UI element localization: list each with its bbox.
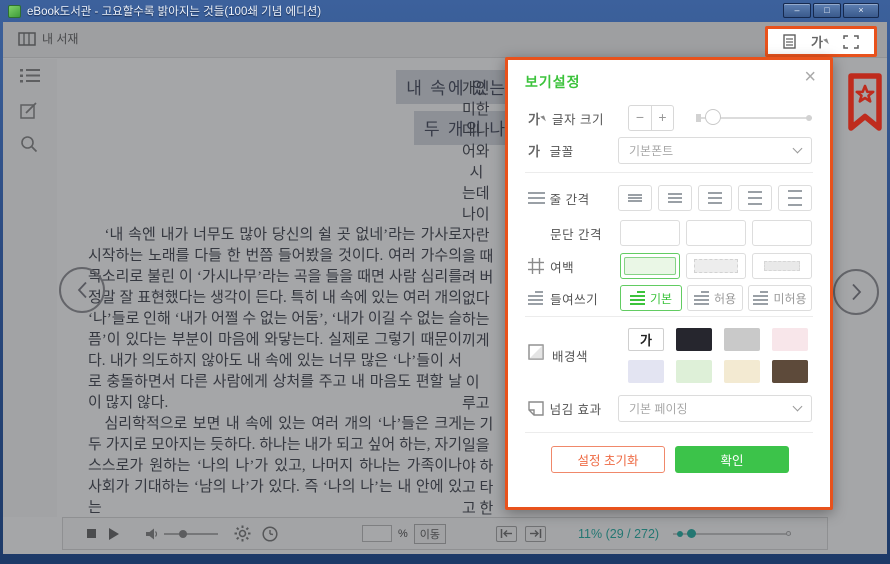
bg-color-swatch[interactable]: 가	[628, 328, 664, 351]
paragraph-spacing-label: 문단 간격	[550, 224, 620, 243]
fullscreen-icon[interactable]	[843, 35, 859, 49]
view-tools-highlight-box: 가	[765, 26, 877, 57]
font-settings-icon[interactable]: 가	[811, 32, 828, 51]
font-family-value: 기본폰트	[629, 142, 673, 159]
margin-icon	[528, 258, 544, 274]
paragraph-spacing-row: 문단 간격	[528, 219, 812, 247]
font-size-increase-button[interactable]: +	[651, 106, 673, 130]
bg-color-swatches: 가	[628, 328, 808, 383]
bookmark-ribbon-icon[interactable]	[845, 72, 885, 136]
line-spacing-label: 줄 간격	[550, 189, 618, 208]
close-window-button[interactable]: ×	[843, 3, 879, 18]
view-settings-panel: 보기설정 × 가 글자 크기 − + 가	[505, 57, 833, 510]
slider-start-cap	[696, 114, 701, 122]
font-size-decrease-button[interactable]: −	[629, 106, 651, 130]
line-spacing-option-3[interactable]	[698, 185, 732, 211]
font-family-row: 가 글꼴 기본폰트	[528, 136, 812, 164]
bg-color-swatch[interactable]	[724, 360, 760, 383]
chevron-down-icon	[793, 401, 803, 411]
maximize-button[interactable]: □	[813, 3, 841, 18]
close-panel-icon[interactable]: ×	[804, 66, 816, 89]
font-size-stepper: − +	[628, 105, 674, 131]
chevron-down-icon	[793, 143, 803, 153]
app-icon	[8, 5, 21, 18]
indent-icon	[528, 291, 543, 305]
indent-option-default-selected[interactable]: 기본	[620, 285, 682, 311]
reset-settings-button[interactable]: 설정 초기화	[551, 446, 665, 473]
line-spacing-option-5[interactable]	[778, 185, 812, 211]
line-spacing-option-1[interactable]	[618, 185, 652, 211]
margin-option-1-selected[interactable]	[620, 253, 680, 279]
window-titlebar[interactable]: eBook도서관 - 고요할수록 밝아지는 것들(100쇄 기념 에디션) – …	[3, 0, 887, 22]
panel-title: 보기설정	[525, 72, 581, 92]
paragraph-spacing-option-3[interactable]	[752, 220, 812, 246]
line-spacing-row: 줄 간격	[528, 184, 812, 212]
paragraph-spacing-option-1[interactable]	[620, 220, 680, 246]
page-effect-value: 기본 페이징	[629, 400, 688, 417]
bg-color-swatch[interactable]	[724, 328, 760, 351]
font-size-row: 가 글자 크기 − +	[528, 104, 812, 132]
bg-color-swatch[interactable]	[772, 328, 808, 351]
bg-color-swatch[interactable]	[676, 360, 712, 383]
font-family-icon: 가	[528, 141, 540, 160]
margin-option-2[interactable]	[686, 253, 746, 279]
confirm-button[interactable]: 확인	[675, 446, 789, 473]
background-color-icon	[528, 344, 544, 360]
indent-label: 들여쓰기	[550, 289, 620, 308]
background-color-row: 배경색 가	[528, 328, 812, 383]
margin-option-3[interactable]	[752, 253, 812, 279]
page-turn-effect-icon	[528, 401, 544, 416]
bg-color-swatch[interactable]	[772, 360, 808, 383]
indent-option-allow[interactable]: 허용	[687, 285, 743, 311]
divider	[525, 432, 813, 433]
cursor-mark-icon	[823, 39, 829, 46]
slider-end-dot	[806, 115, 812, 121]
page-settings-icon[interactable]	[783, 34, 796, 49]
divider	[525, 316, 813, 317]
line-spacing-option-4[interactable]	[738, 185, 772, 211]
page-effect-select[interactable]: 기본 페이징	[618, 395, 812, 422]
divider	[525, 172, 813, 173]
font-size-slider[interactable]	[696, 117, 812, 119]
page-effect-label: 넘김 효과	[550, 399, 618, 418]
font-size-icon: 가	[528, 109, 545, 128]
page-effect-row: 넘김 효과 기본 페이징	[528, 394, 812, 422]
bg-color-swatch[interactable]	[676, 328, 712, 351]
background-color-label: 배경색	[552, 346, 628, 365]
window-title: eBook도서관 - 고요할수록 밝아지는 것들(100쇄 기념 에디션)	[27, 3, 321, 19]
app-window: eBook도서관 - 고요할수록 밝아지는 것들(100쇄 기념 에디션) – …	[0, 0, 890, 564]
line-spacing-icon	[528, 192, 545, 204]
indent-option-disallow[interactable]: 미허용	[748, 285, 812, 311]
font-size-label: 글자 크기	[552, 109, 628, 128]
minimize-button[interactable]: –	[783, 3, 811, 18]
bg-color-swatch[interactable]	[628, 360, 664, 383]
font-size-slider-knob[interactable]	[705, 109, 721, 125]
margin-label: 여백	[550, 257, 620, 276]
margin-row: 여백	[528, 252, 812, 280]
paragraph-spacing-option-2[interactable]	[686, 220, 746, 246]
indent-row: 들여쓰기 기본 허용 미허용	[528, 284, 812, 312]
font-family-label: 글꼴	[550, 141, 618, 160]
font-family-select[interactable]: 기본폰트	[618, 137, 812, 164]
line-spacing-option-2[interactable]	[658, 185, 692, 211]
